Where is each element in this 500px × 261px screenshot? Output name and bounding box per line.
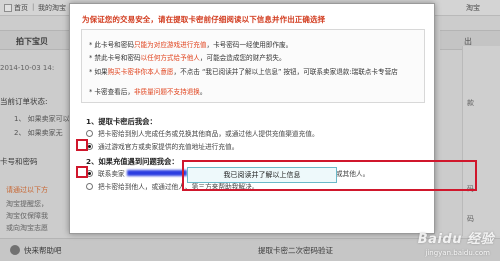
confirm-read-button[interactable]: 我已阅读并了解以上信息 (187, 167, 337, 183)
q1-option-2[interactable]: 通过游戏官方或卖家提供的充值地址进行充值。 (86, 141, 238, 151)
question-2-title: 2、如果充值遇到问题我会： (86, 157, 179, 166)
option-label: 把卡密给到别人完成任务或兑换其他商品，或通过他人提供充值渠道充值。 (98, 130, 319, 138)
watermark-logo: Baidu 经验 (417, 232, 494, 247)
highlight-frame (76, 139, 88, 151)
notice-line: * 禁此卡号和密码以任何方式给予他人，可能会造成您的财产损失。 (89, 54, 286, 62)
notice-line: * 卡密查看后，非质量问题不支持退换。 (89, 88, 207, 96)
option-label-pre: 联系卖家 (98, 170, 125, 178)
card-code-notice-dialog: 为保证您的交易安全，请在提取卡密前仔细阅读以下信息并作出正确选择 * 此卡号和密… (69, 3, 477, 234)
notice-line: * 如果购买卡密非你本人意愿，不点击 “我已阅读并了解以上信息” 按钮，可联系卖… (89, 68, 398, 76)
dialog-headline: 为保证您的交易安全，请在提取卡密前仔细阅读以下信息并作出正确选择 (82, 15, 326, 24)
radio-button[interactable] (86, 129, 93, 137)
notice-box: * 此卡号和密码只能为对应游戏进行充值，卡号密码一经使用即作废。 * 禁此卡号和… (81, 29, 425, 103)
q1-option-1[interactable]: 把卡密给到别人完成任务或兑换其他商品，或通过他人提供充值渠道充值。 (86, 128, 319, 138)
notice-line: * 此卡号和密码只能为对应游戏进行充值，卡号密码一经使用即作废。 (89, 41, 293, 49)
radio-button[interactable] (86, 182, 93, 190)
highlight-frame (76, 166, 88, 178)
option-label: 通过游戏官方或卖家提供的充值地址进行充值。 (98, 143, 239, 151)
watermark-url: jingyan.baidu.com (425, 249, 490, 257)
question-1-title: 1、提取卡密后我会： (86, 117, 157, 126)
redacted-seller-name (126, 170, 187, 176)
